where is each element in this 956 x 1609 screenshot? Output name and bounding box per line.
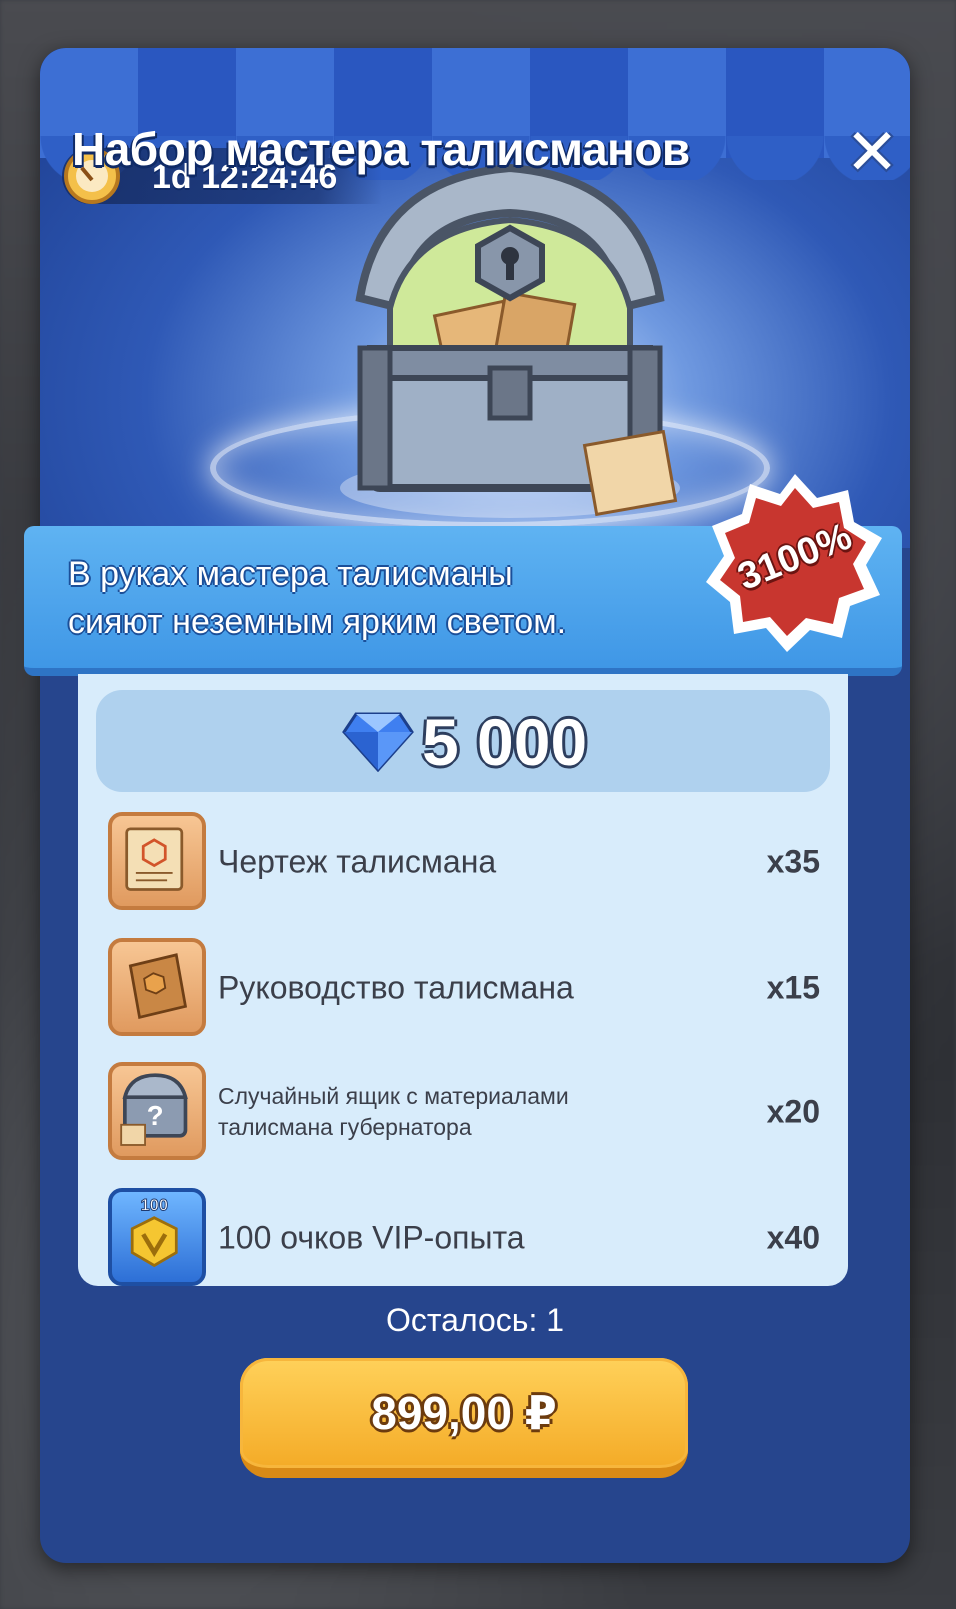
offer-popup: 1d 12:24:46 Набор мастера талисманов ✕ В… (24, 48, 910, 1563)
guide-book-icon (108, 938, 206, 1036)
blueprint-scroll-icon (108, 812, 206, 910)
reward-count: x15 (766, 969, 820, 1006)
description-line-1: В руках мастера талисманы (68, 555, 513, 593)
reward-row: ? Случайный ящик с материалами талисмана… (108, 1062, 820, 1162)
treasure-chest-icon (340, 163, 680, 518)
diamond-icon (342, 712, 414, 772)
close-button[interactable]: ✕ (840, 120, 904, 184)
reward-label: Руководство талисмана (218, 969, 574, 1006)
reward-label: Случайный ящик с материалами талисмана г… (218, 1081, 638, 1143)
svg-text:?: ? (147, 1100, 164, 1131)
reward-count: x40 (766, 1219, 820, 1256)
vip-exp-icon: 100 (108, 1188, 206, 1286)
gems-bar: 5 000 (96, 690, 830, 792)
vip-badge-text: 100 (140, 1195, 168, 1214)
reward-label: Чертеж талисмана (218, 843, 497, 880)
offer-description: В руках мастера талисманы сияют неземным… (68, 550, 708, 646)
buy-button[interactable]: 899,00 ₽ (240, 1358, 688, 1478)
reward-row: Руководство талисмана x15 (108, 938, 820, 1038)
description-line-2: сияют неземным ярким светом. (68, 603, 567, 641)
gems-amount: 5 000 (422, 705, 588, 779)
reward-count: x35 (766, 843, 820, 880)
reward-row: 100 100 очков VIP-опыта x40 (108, 1188, 820, 1286)
material-chest-icon: ? (108, 1062, 206, 1160)
offer-content: 5 000 Чертеж талисмана x35 Руководство т… (78, 674, 848, 1286)
reward-row: Чертеж талисмана x35 (108, 812, 820, 912)
remaining-count: Осталось: 1 (385, 1302, 565, 1338)
buy-price: 899,00 ₽ (371, 1387, 557, 1439)
offer-title: Набор мастера талисманов (72, 123, 690, 175)
reward-label: 100 очков VIP-опыта (218, 1219, 525, 1256)
reward-label-line-1: Случайный ящик с материалами (218, 1083, 569, 1109)
reward-count: x20 (766, 1093, 820, 1130)
reward-label-line-2: талисмана губернатора (218, 1114, 472, 1140)
